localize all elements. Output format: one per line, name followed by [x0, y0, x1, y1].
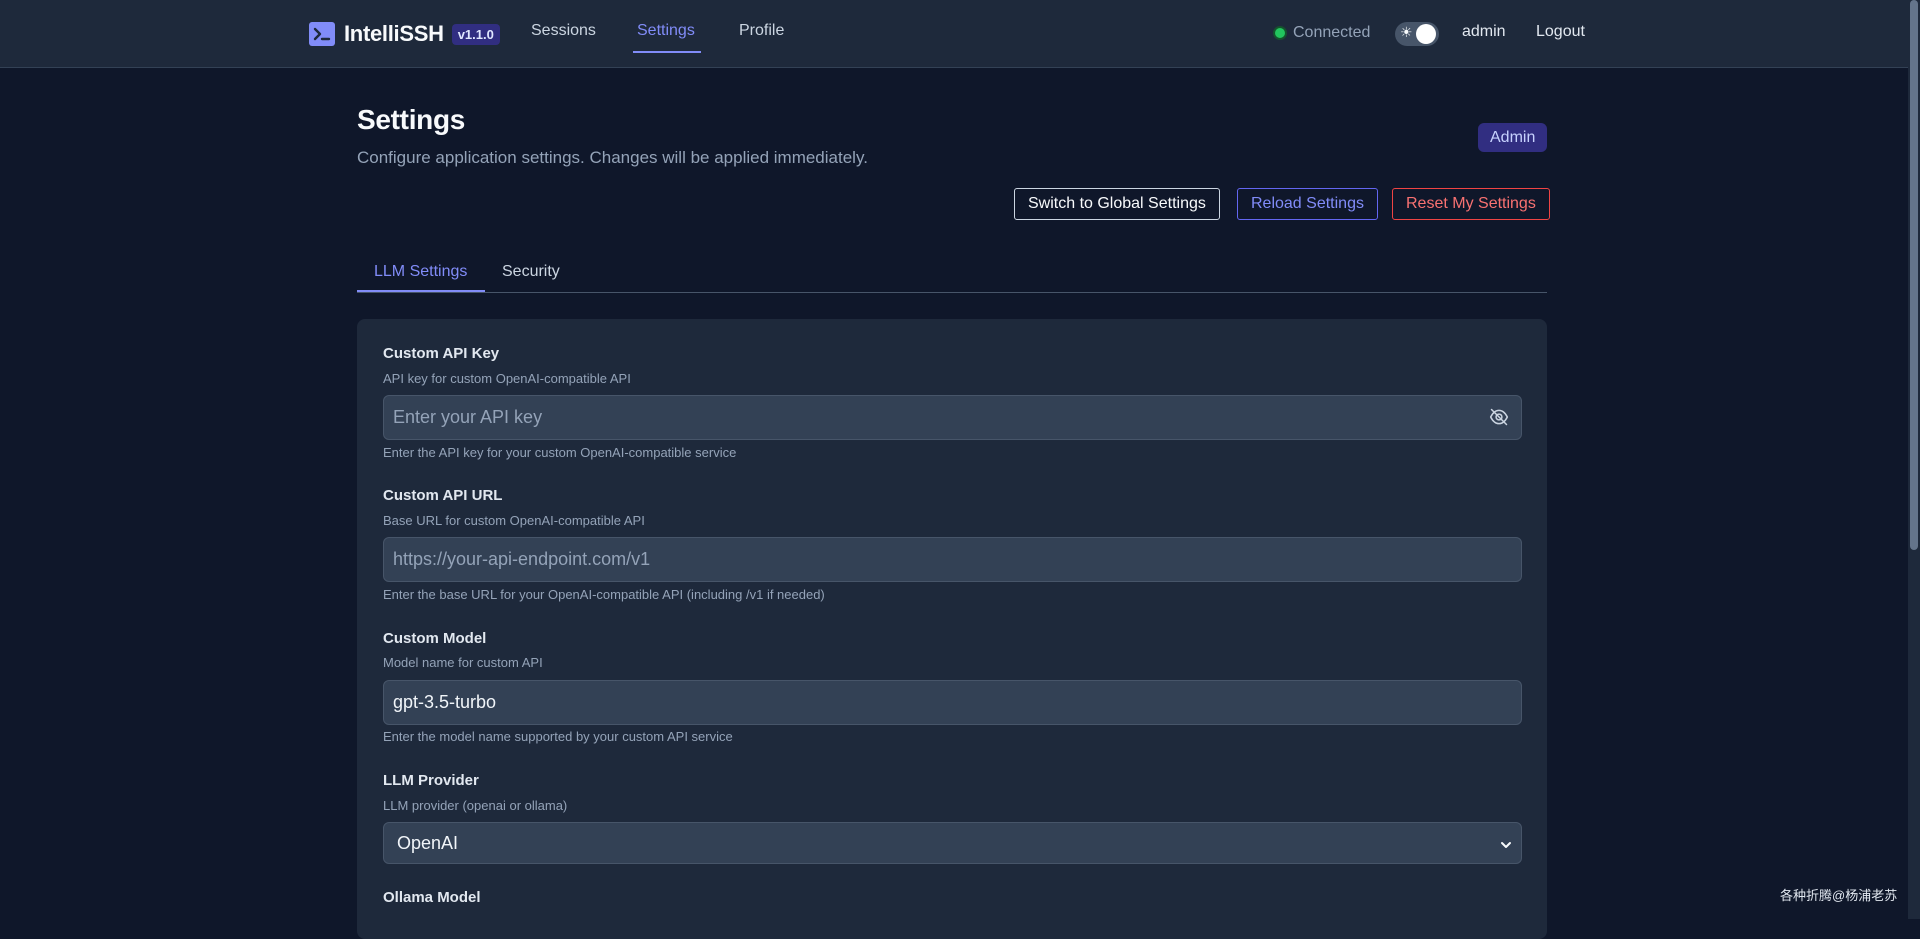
settings-tabs: LLM Settings Security	[357, 258, 1547, 293]
nav-active-indicator	[633, 51, 701, 53]
eye-off-icon[interactable]	[1489, 407, 1509, 432]
llm-provider-selected: OpenAI	[397, 832, 459, 853]
logout-link[interactable]: Logout	[1536, 23, 1585, 41]
llm-provider-label: LLM Provider	[383, 772, 479, 789]
sun-icon: ☀	[1400, 24, 1413, 40]
custom-api-url-label: Custom API URL	[383, 487, 503, 504]
page-scrollbar-thumb[interactable]	[1910, 0, 1918, 550]
reset-settings-button[interactable]: Reset My Settings	[1392, 188, 1550, 220]
top-navbar: IntelliSSH v1.1.0 Sessions Settings Prof…	[0, 0, 1908, 68]
custom-api-key-input[interactable]: Enter your API key	[383, 395, 1522, 440]
watermark-text: 各种折腾@杨浦老苏	[1780, 888, 1898, 903]
reload-settings-button[interactable]: Reload Settings	[1237, 188, 1378, 220]
nav-link-settings[interactable]: Settings	[637, 22, 695, 40]
custom-api-url-placeholder: https://your-api-endpoint.com/v1	[393, 549, 651, 569]
connection-status-text: Connected	[1293, 24, 1371, 41]
terminal-icon	[309, 22, 335, 46]
brand[interactable]: IntelliSSH v1.1.0	[309, 21, 500, 47]
custom-api-url-input[interactable]: https://your-api-endpoint.com/v1	[383, 537, 1522, 582]
status-dot-icon	[1273, 26, 1287, 40]
custom-model-description: Model name for custom API	[383, 655, 543, 670]
toggle-knob	[1416, 24, 1436, 44]
nav-link-profile[interactable]: Profile	[739, 22, 784, 40]
custom-api-key-help: Enter the API key for your custom OpenAI…	[383, 445, 737, 460]
custom-api-key-description: API key for custom OpenAI-compatible API	[383, 371, 631, 386]
custom-api-url-description: Base URL for custom OpenAI-compatible AP…	[383, 513, 645, 528]
custom-api-key-label: Custom API Key	[383, 345, 500, 362]
custom-model-input[interactable]: gpt-3.5-turbo	[383, 680, 1522, 725]
page-title: Settings	[357, 104, 466, 135]
tab-active-indicator	[357, 290, 485, 292]
current-user[interactable]: admin	[1462, 23, 1506, 41]
version-badge: v1.1.0	[451, 23, 500, 45]
chevron-down-icon	[1499, 836, 1513, 857]
custom-model-help: Enter the model name supported by your c…	[383, 729, 733, 744]
llm-provider-description: LLM provider (openai or ollama)	[383, 798, 568, 813]
custom-api-key-placeholder: Enter your API key	[393, 407, 543, 427]
custom-api-url-help: Enter the base URL for your OpenAI-compa…	[383, 587, 825, 602]
custom-model-label: Custom Model	[383, 630, 487, 647]
connection-status: Connected	[1273, 24, 1370, 42]
tab-security[interactable]: Security	[502, 263, 560, 281]
role-badge: Admin	[1478, 123, 1548, 152]
llm-provider-select[interactable]: OpenAI	[383, 822, 1522, 864]
tab-llm-settings[interactable]: LLM Settings	[374, 263, 467, 281]
nav-link-sessions[interactable]: Sessions	[531, 22, 596, 40]
theme-toggle[interactable]: ☀	[1395, 22, 1439, 46]
page-subtitle: Configure application settings. Changes …	[357, 148, 868, 167]
ollama-model-label: Ollama Model	[383, 889, 481, 906]
switch-global-settings-button[interactable]: Switch to Global Settings	[1014, 188, 1220, 220]
brand-name: IntelliSSH	[344, 21, 444, 46]
custom-model-value: gpt-3.5-turbo	[393, 692, 497, 712]
